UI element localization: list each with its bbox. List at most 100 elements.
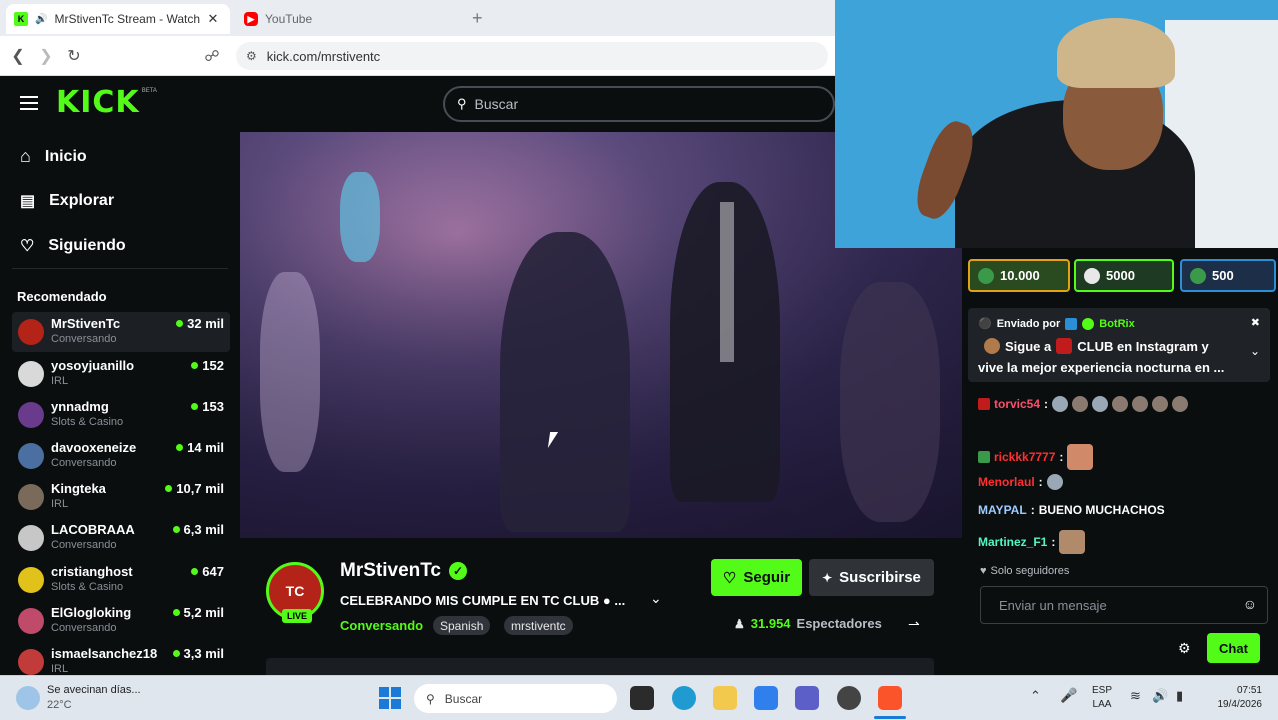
- recommended-channel[interactable]: cristianghost Slots & Casino 647: [12, 560, 230, 600]
- browser-address-bar: ❮ ❯ ↻ ☍ ⚙ kick.com/mrstiventc: [0, 36, 835, 76]
- chat-username[interactable]: Martinez_F1: [978, 535, 1047, 549]
- chat-username[interactable]: torvic54: [994, 397, 1040, 411]
- chat-send-button[interactable]: Chat: [1207, 633, 1260, 663]
- reload-icon[interactable]: ↻: [64, 46, 84, 66]
- live-dot: [176, 320, 184, 327]
- recommended-channel[interactable]: ElGlogloking Conversando 5,2 mil: [12, 601, 230, 641]
- chat-panel: 10.000 5000 500 ⚫ Enviado por BotRix ✖ S…: [962, 248, 1278, 675]
- brave-icon[interactable]: [878, 686, 902, 710]
- browser-tab-kick[interactable]: K 🔊 MrStivenTc Stream - Watch Li ✕: [6, 4, 230, 34]
- chevron-down-icon[interactable]: ⌄: [1250, 344, 1260, 358]
- clock[interactable]: 07:51 19/4/2026: [1206, 684, 1263, 712]
- channel-header: MrStivenTc ✓: [340, 560, 468, 582]
- tab-title: YouTube: [265, 12, 313, 26]
- site-settings-icon[interactable]: ⚙: [246, 49, 257, 63]
- emote: [1172, 396, 1189, 412]
- viewers-icon: ♟: [734, 616, 745, 631]
- close-icon[interactable]: ✕: [207, 11, 218, 27]
- gift-leaderboard-item[interactable]: 500: [1180, 259, 1276, 292]
- gear-icon[interactable]: ⚙: [1178, 640, 1191, 657]
- nav-inicio[interactable]: ⌂ Inicio: [20, 146, 87, 167]
- recommended-channel[interactable]: MrStivenTc Conversando 32 mil: [12, 312, 230, 352]
- recommended-channel[interactable]: yosoyjuanillo IRL 152: [12, 354, 230, 394]
- share-icon[interactable]: ⇀: [908, 616, 920, 633]
- channel-category: Conversando: [51, 457, 117, 469]
- emote: [984, 338, 1000, 354]
- unpin-icon[interactable]: ✖: [1251, 316, 1260, 329]
- tag-channel[interactable]: mrstiventc: [504, 616, 573, 635]
- live-dot: [191, 362, 199, 369]
- chevron-down-icon[interactable]: ⌄: [650, 590, 662, 607]
- mail-icon[interactable]: [754, 686, 778, 710]
- chat-username[interactable]: rickkk7777: [994, 450, 1055, 464]
- chevron-up-icon[interactable]: ⌃: [1030, 688, 1041, 704]
- emote: [1067, 444, 1094, 470]
- language-indicator[interactable]: ESP LAA: [1092, 684, 1112, 712]
- subscribe-button[interactable]: ✦ Suscribirse: [809, 559, 934, 596]
- emoji-icon[interactable]: ☺: [1243, 596, 1257, 612]
- nav-siguiendo[interactable]: ♡ Siguiendo: [20, 236, 126, 256]
- nav-explorar[interactable]: ▤ Explorar: [20, 191, 114, 211]
- avatar: [18, 567, 44, 593]
- chat-username[interactable]: MAYPAL: [978, 503, 1027, 517]
- kick-logo[interactable]: KICK BETA: [56, 88, 157, 118]
- back-icon[interactable]: ❮: [8, 46, 28, 66]
- emote: [1059, 530, 1086, 554]
- teams-icon[interactable]: [795, 686, 819, 710]
- avatar: [978, 267, 994, 284]
- pinned-line: Sigue a CLUB en Instagram y: [984, 338, 1209, 354]
- follow-button[interactable]: ♡ Seguir: [711, 559, 802, 596]
- channel-name: LACOBRAAA: [51, 522, 135, 537]
- app-icon[interactable]: [837, 686, 861, 710]
- speaker-icon[interactable]: 🔊: [35, 14, 47, 25]
- channel-name: Kingteka: [51, 481, 106, 496]
- task-view-icon[interactable]: [630, 686, 654, 710]
- microphone-icon[interactable]: 🎤: [1060, 687, 1077, 704]
- home-icon: ⌂: [20, 146, 31, 166]
- wifi-icon[interactable]: ≋: [1130, 688, 1141, 704]
- gift-leaderboard-item[interactable]: 10.000: [968, 259, 1070, 292]
- chat-input[interactable]: Enviar un mensaje ☺: [980, 586, 1268, 624]
- forward-icon[interactable]: ❯: [36, 46, 56, 66]
- gift-leaderboard-item[interactable]: 5000: [1074, 259, 1174, 292]
- subscribe-label: Suscribirse: [839, 569, 921, 586]
- battery-icon[interactable]: ▮: [1176, 688, 1183, 704]
- search-input[interactable]: ⚲ Buscar: [443, 86, 835, 122]
- recommended-channel[interactable]: davooxeneize Conversando 14 mil: [12, 436, 230, 476]
- edge-icon[interactable]: [672, 686, 696, 710]
- follow-label: Seguir: [743, 569, 791, 586]
- emote: [1046, 474, 1063, 490]
- file-explorer-icon[interactable]: [713, 686, 737, 710]
- new-tab-button[interactable]: +: [472, 8, 483, 29]
- nav-label: Inicio: [44, 147, 87, 165]
- stream-category[interactable]: Conversando: [340, 618, 423, 633]
- recommended-channel[interactable]: ynnadmg Slots & Casino 153: [12, 395, 230, 435]
- weather-text[interactable]: Se avecinan días...: [47, 684, 141, 696]
- browser-tab-youtube[interactable]: ▶ YouTube: [236, 4, 460, 34]
- avatar: [18, 525, 44, 551]
- viewers-count: 31.954: [750, 616, 791, 631]
- recommended-channel[interactable]: Kingteka IRL 10,7 mil: [12, 477, 230, 517]
- avatar: [18, 361, 44, 387]
- chat-message: MAYPAL: BUENO MUCHACHOS: [978, 503, 1165, 517]
- sidebar: KICK BETA ⌂ Inicio ▤ Explorar ♡ Siguiend…: [0, 76, 240, 675]
- weather-icon[interactable]: [16, 686, 40, 710]
- chat-username[interactable]: Menorlaul: [978, 475, 1035, 489]
- recommended-title: Recomendado: [17, 289, 107, 304]
- channel-name[interactable]: MrStivenTc: [340, 560, 441, 582]
- divider: [12, 268, 228, 269]
- url-field[interactable]: ⚙ kick.com/mrstiventc: [236, 42, 828, 70]
- recommended-channel[interactable]: LACOBRAAA Conversando 6,3 mil: [12, 518, 230, 558]
- live-dot: [165, 485, 173, 492]
- bookmark-icon[interactable]: ☍: [202, 46, 222, 66]
- taskbar-search[interactable]: ⚲ Buscar: [414, 684, 617, 713]
- windows-start-icon[interactable]: [379, 687, 401, 709]
- speaker-icon[interactable]: 🔊: [1152, 688, 1168, 704]
- channel-category: IRL: [51, 375, 69, 387]
- tag-spanish[interactable]: Spanish: [433, 616, 491, 635]
- channel-category: Conversando: [51, 333, 117, 345]
- video-figure: [260, 272, 320, 472]
- browser-tab-bar: K 🔊 MrStivenTc Stream - Watch Li ✕ ▶ You…: [0, 0, 835, 36]
- badge-icon: [978, 398, 990, 410]
- menu-icon[interactable]: [20, 96, 38, 110]
